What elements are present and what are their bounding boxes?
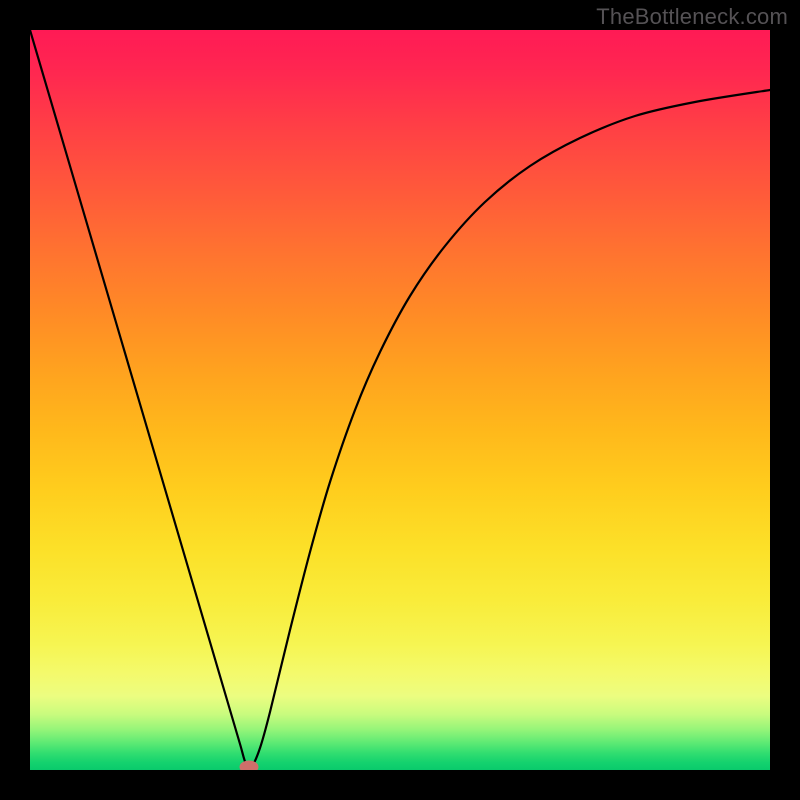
chart-frame: TheBottleneck.com: [0, 0, 800, 800]
bottleneck-curve: [30, 30, 770, 770]
plot-area: [30, 30, 770, 770]
watermark-text: TheBottleneck.com: [596, 4, 788, 30]
minimum-marker: [240, 761, 259, 771]
